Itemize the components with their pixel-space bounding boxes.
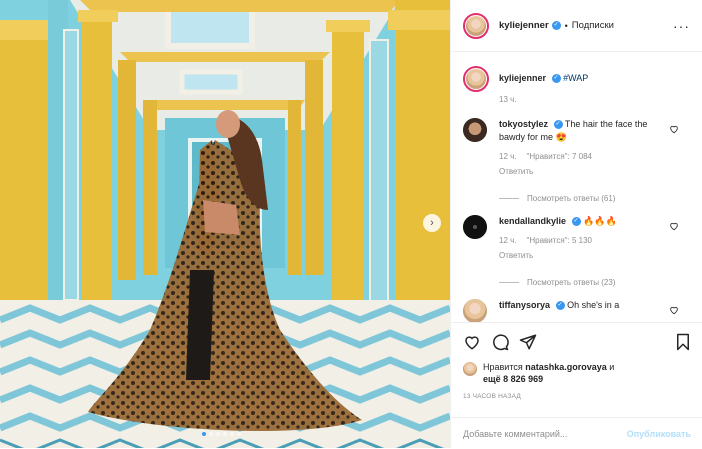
carousel-dot [209, 432, 213, 436]
comment-likes[interactable]: "Нравится": 7 084 [527, 150, 592, 163]
photo-illustration [0, 0, 450, 448]
more-options-icon[interactable]: ··· [673, 18, 690, 34]
post-header: kyliejenner ✓ • Подписки ··· [451, 0, 702, 52]
verified-badge-icon: ✓ [571, 217, 581, 227]
comment-username[interactable]: kendallandkylie [499, 216, 566, 226]
verified-badge-icon: ✓ [551, 21, 561, 30]
caption: kyliejenner ✓ #WAP 13 ч. [463, 66, 691, 106]
publish-button[interactable]: Опубликовать [627, 429, 691, 439]
post-side-panel: kyliejenner ✓ • Подписки ··· kyliejenner… [450, 0, 702, 448]
post-photo[interactable]: › [0, 0, 450, 448]
verified-badge-icon: ✓ [553, 120, 563, 130]
reply-button[interactable]: Ответить [499, 249, 669, 262]
carousel-next-button[interactable]: › [423, 214, 441, 232]
likes-count[interactable]: ещё 8 826 969 [483, 374, 543, 384]
comment-bubble-icon[interactable] [491, 333, 509, 351]
view-replies-button[interactable]: Посмотреть ответы (23) [499, 278, 691, 287]
comment-username[interactable]: tokyostylez [499, 119, 548, 129]
view-replies-label: Посмотреть ответы (23) [527, 278, 616, 287]
carousel-dot [223, 432, 227, 436]
like-heart-icon[interactable] [463, 333, 481, 351]
share-send-icon[interactable] [519, 333, 537, 351]
carousel-indicator [202, 432, 241, 436]
post-container: › kyliejenner ✓ • Подписки ··· kyliejenn… [0, 0, 702, 448]
comment-likes[interactable]: "Нравится": 5 130 [527, 234, 592, 247]
comment-avatar[interactable] [463, 118, 487, 142]
comment-text: Oh she's in a [567, 300, 620, 310]
comments-list[interactable]: kyliejenner ✓ #WAP 13 ч. tokyostylez ✓ T… [451, 52, 702, 322]
liker-avatar[interactable] [463, 362, 477, 376]
verified-badge-icon: ✓ [555, 301, 565, 311]
comment-item: kendallandkylie ✓ 🔥🔥🔥 12 ч. "Нравится": … [463, 215, 691, 262]
post-actions: Нравится natashka.gorovaya и ещё 8 826 9… [451, 322, 702, 448]
follow-status-button[interactable]: Подписки [572, 20, 614, 31]
chevron-right-icon: › [430, 216, 434, 229]
view-replies-label: Посмотреть ответы (61) [527, 194, 616, 203]
caption-username[interactable]: kyliejenner [499, 73, 546, 83]
author-avatar[interactable] [463, 12, 489, 39]
comment-item: tokyostylez ✓ The hair the face the bawd… [463, 118, 691, 178]
heart-icon[interactable] [669, 221, 679, 231]
caption-avatar[interactable] [463, 66, 489, 92]
comment-text: 🔥🔥🔥 [583, 216, 617, 226]
comment-avatar[interactable] [463, 299, 487, 322]
carousel-dot [237, 432, 241, 436]
add-comment-input[interactable] [463, 428, 613, 439]
comment-time[interactable]: 12 ч. [499, 234, 517, 247]
verified-badge-icon: ✓ [551, 74, 561, 84]
comment-time[interactable]: 12 ч. [499, 150, 517, 163]
view-replies-button[interactable]: Посмотреть ответы (61) [499, 194, 691, 203]
caption-time: 13 ч. [499, 95, 517, 104]
heart-icon[interactable] [669, 305, 679, 315]
bookmark-save-icon[interactable] [675, 333, 691, 351]
author-username[interactable]: kyliejenner [499, 20, 549, 31]
liker-username[interactable]: natashka.gorovaya [525, 362, 607, 372]
header-separator: • [564, 20, 568, 31]
action-icons [463, 333, 691, 351]
comment-item: tiffanysorya ✓ Oh she's in a [463, 299, 691, 322]
carousel-dot [216, 432, 220, 436]
reply-button[interactable]: Ответить [499, 165, 669, 178]
carousel-dot [202, 432, 206, 436]
carousel-dot [230, 432, 234, 436]
add-comment-bar: Опубликовать [451, 417, 702, 449]
comment-avatar[interactable] [463, 215, 487, 239]
heart-icon[interactable] [669, 124, 679, 134]
likes-suffix: и [609, 362, 615, 372]
caption-hashtag[interactable]: #WAP [563, 73, 588, 83]
likes-prefix: Нравится [483, 362, 523, 372]
post-timestamp[interactable]: 13 ЧАСОВ НАЗАД [463, 393, 691, 400]
comment-username[interactable]: tiffanysorya [499, 300, 550, 310]
likes-summary[interactable]: Нравится natashka.gorovaya и ещё 8 826 9… [463, 361, 691, 385]
